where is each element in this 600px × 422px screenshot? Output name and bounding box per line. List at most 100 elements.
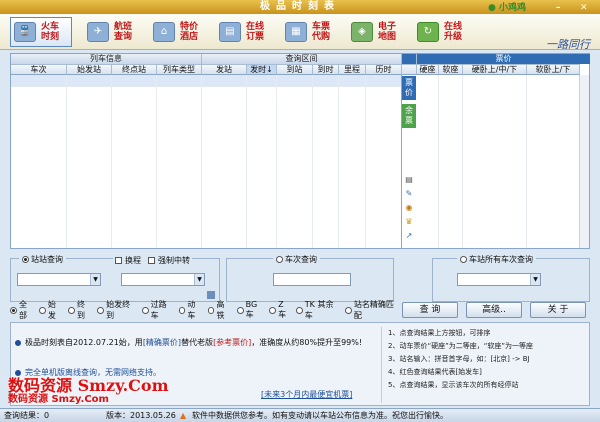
col-depart-time[interactable]: 发时↓: [247, 64, 277, 75]
option-exact-match[interactable]: 站名精确匹配: [345, 299, 400, 321]
keyboard-icon[interactable]: [207, 291, 215, 299]
toolbar-agent[interactable]: ▦ 车票代购: [282, 17, 344, 47]
col-hard-seat[interactable]: 硬座: [417, 64, 439, 75]
settings-icon[interactable]: ◉: [402, 202, 416, 214]
option-all-radio[interactable]: [10, 306, 17, 314]
price-tab[interactable]: 票价: [402, 76, 416, 100]
col-distance[interactable]: 里程: [339, 64, 366, 75]
option-emu-radio[interactable]: [178, 306, 186, 314]
train-query-option[interactable]: 车次查询: [273, 254, 320, 265]
map-icon: ◈: [351, 22, 373, 42]
transfer-label: 换程: [125, 256, 141, 265]
edit-icon[interactable]: ✎: [402, 188, 416, 200]
toolbar-train[interactable]: 🚆 火车时刻: [10, 17, 72, 47]
option-exact-match-radio[interactable]: [345, 306, 352, 314]
toolbar-hotel-label: 特价酒店: [179, 22, 198, 42]
hotel-icon: ⌂: [153, 22, 175, 42]
grid-col: [247, 75, 277, 248]
force-transfer-checkbox[interactable]: [148, 257, 155, 264]
option-emu[interactable]: 动车: [178, 299, 203, 321]
col-train-type[interactable]: 列车类型: [157, 64, 202, 75]
option-z[interactable]: Z车: [269, 300, 291, 320]
option-origin[interactable]: 始发: [39, 299, 63, 321]
toolbar-flight[interactable]: ✈ 航班查询: [84, 17, 146, 47]
option-origin-terminal-radio[interactable]: [97, 306, 105, 314]
col-arrive-station[interactable]: 到站: [277, 64, 313, 75]
col-terminal[interactable]: 终点站: [112, 64, 157, 75]
close-icon[interactable]: ✕: [580, 1, 588, 15]
option-exact-match-label: 站名精确匹配: [353, 300, 394, 320]
minimize-icon[interactable]: –: [556, 1, 561, 15]
option-bg-radio[interactable]: [236, 306, 244, 314]
option-highspeed[interactable]: 高铁: [207, 299, 232, 321]
print-icon[interactable]: ▤: [402, 174, 416, 186]
option-origin-terminal-label: 始发终到: [106, 300, 131, 320]
advanced-button[interactable]: 高级..: [466, 302, 522, 318]
train-query-group: 车次查询: [226, 254, 394, 302]
col-soft-seat[interactable]: 软座: [439, 64, 463, 75]
option-highspeed-radio[interactable]: [207, 306, 215, 314]
col-train-no[interactable]: 车次: [11, 64, 67, 75]
toolbar-flight-label: 航班查询: [113, 22, 132, 42]
option-bg[interactable]: BG车: [236, 300, 265, 320]
station-all-option[interactable]: 车站所有车次查询: [457, 254, 536, 265]
option-terminal-radio[interactable]: [68, 306, 75, 314]
option-origin-radio[interactable]: [39, 306, 46, 314]
transfer-checkbox[interactable]: [115, 257, 122, 264]
option-passing-radio[interactable]: [141, 306, 149, 314]
about-button[interactable]: 关 于: [530, 302, 586, 318]
train-type-options: 全部 始发 终到 始发终到 过路车 动车 高铁 BG车 Z车 TK 其余车 站名…: [10, 300, 400, 320]
station-all-select[interactable]: ▼: [457, 273, 541, 286]
crown-icon[interactable]: ♛: [402, 216, 416, 228]
side-tools: ▤ ✎ ◉ ♛ ↗: [402, 174, 416, 244]
col-hard-sleeper[interactable]: 硬卧上/中/下: [463, 64, 527, 75]
info-highlight-a: [精确票价]: [142, 338, 182, 347]
grid-col: [157, 75, 202, 248]
toolbar-map[interactable]: ◈ 电子地图: [348, 17, 410, 47]
option-all[interactable]: 全部: [10, 299, 34, 321]
notice-text: 软件中数据供您参考。如有变动请以车站公布信息为准。祝您出行愉快。: [192, 411, 448, 420]
col-arrive-time[interactable]: 到时: [313, 64, 339, 75]
arrow-icon[interactable]: ↗: [402, 230, 416, 242]
option-tk-other-radio[interactable]: [295, 306, 303, 314]
option-origin-terminal[interactable]: 始发终到: [97, 299, 137, 321]
col-soft-sleeper[interactable]: 软卧上/下: [527, 64, 580, 75]
toolbar-booking[interactable]: ▤ 在线订票: [216, 17, 278, 47]
grid-col: [366, 75, 402, 248]
info-icon: ▲: [180, 411, 187, 420]
from-station-select[interactable]: ▼: [17, 273, 101, 286]
query-button[interactable]: 查 询: [402, 302, 458, 318]
tips-list: 1、点查询结果上方按钮，可排序 2、动车票价“硬座”为二等座，“软座”为一等座 …: [381, 327, 586, 403]
chevron-down-icon: ▼: [90, 274, 100, 285]
col-origin[interactable]: 始发站: [67, 64, 112, 75]
option-z-radio[interactable]: [269, 306, 277, 314]
station-query-option[interactable]: 站站查询: [19, 254, 66, 265]
vertical-scrollbar[interactable]: [579, 75, 589, 248]
cheap-flight-link[interactable]: [未来3个月内最便宜机票]: [261, 389, 352, 400]
col-depart-station[interactable]: 发站: [202, 64, 247, 75]
station-query-radio[interactable]: [22, 256, 29, 263]
plane-icon: ✈: [87, 22, 109, 42]
remain-ticket-tab[interactable]: 余票: [402, 104, 416, 128]
app-title: 极品时刻表: [260, 1, 340, 12]
title-bar: 极品时刻表 ● 小鸡鸡 – ✕: [0, 0, 600, 14]
option-z-label: Z车: [278, 300, 287, 319]
chevron-down-icon: ▼: [194, 274, 204, 285]
train-number-input[interactable]: [273, 273, 351, 286]
toolbar-upgrade[interactable]: ↻ 在线升级: [414, 17, 476, 47]
toolbar-hotel[interactable]: ⌂ 特价酒店: [150, 17, 212, 47]
train-query-radio[interactable]: [276, 256, 283, 263]
option-tk-other[interactable]: TK 其余车: [295, 299, 340, 321]
option-emu-label: 动车: [187, 300, 196, 320]
col-duration[interactable]: 历时: [366, 64, 402, 75]
option-terminal[interactable]: 终到: [68, 299, 92, 321]
bullet-icon: [15, 339, 21, 346]
user-badge[interactable]: ● 小鸡鸡: [488, 1, 526, 15]
station-all-label: 车站所有车次查询: [469, 255, 533, 264]
group-price: 票价: [417, 54, 590, 64]
station-all-radio[interactable]: [460, 256, 467, 263]
to-station-select[interactable]: ▼: [121, 273, 205, 286]
grid-col: [313, 75, 339, 248]
option-passing[interactable]: 过路车: [141, 299, 174, 321]
info-text: 极品时刻表自2012.07.21始，用: [25, 338, 143, 347]
